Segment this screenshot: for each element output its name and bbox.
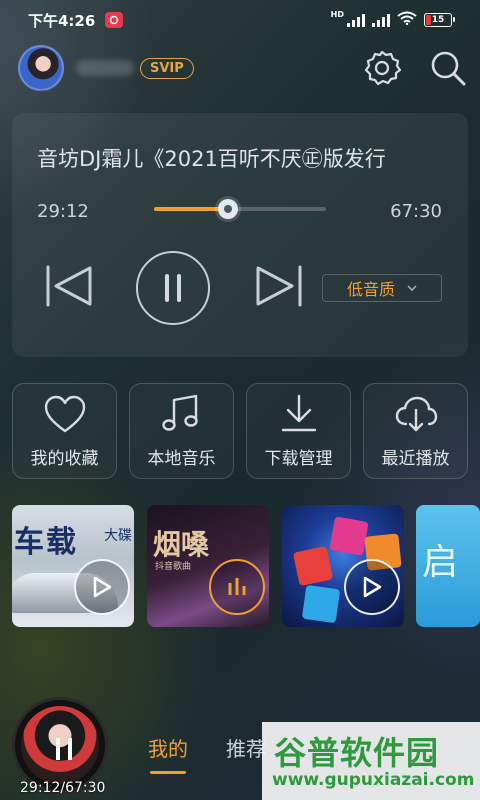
battery-level: 15	[431, 15, 445, 25]
cover-graphic	[329, 516, 369, 556]
mini-player-time: 29:12/67:30	[20, 780, 106, 796]
pause-icon[interactable]	[56, 738, 72, 760]
pause-icon	[165, 274, 181, 302]
quality-select[interactable]: 低音质	[322, 274, 442, 302]
local-music-label: 本地音乐	[147, 449, 216, 469]
playlist-title: 烟嗓	[153, 528, 210, 561]
signal-icon-2	[372, 13, 390, 27]
settings-icon[interactable]	[362, 48, 402, 88]
elapsed-time: 29:12	[37, 201, 89, 222]
cover-graphic	[301, 584, 341, 624]
chevron-down-icon	[407, 283, 417, 294]
cloud-icon	[395, 396, 437, 432]
watermark-url: www.gupuxiazai.com	[272, 770, 475, 790]
status-icons: HD 15	[330, 10, 455, 29]
quick-actions: 我的收藏 本地音乐 下载管理 最近播放	[12, 383, 468, 479]
playlist-card[interactable]: 车载 大碟	[12, 505, 134, 627]
cover-graphic	[292, 545, 334, 587]
favorites-button[interactable]: 我的收藏	[12, 383, 117, 479]
downloads-button[interactable]: 下载管理	[246, 383, 351, 479]
playlist-title: 车载	[14, 525, 78, 560]
bottom-tabs: 我的 推荐	[148, 733, 266, 774]
avatar[interactable]	[18, 45, 64, 91]
header: SVIP	[18, 44, 468, 92]
progress-slider[interactable]	[154, 199, 326, 219]
play-icon[interactable]	[344, 559, 400, 615]
playlist-card[interactable]: 烟嗓 抖音歌曲	[147, 505, 269, 627]
playlist-card[interactable]	[282, 505, 404, 627]
playlist-subtitle: 抖音歌曲	[155, 562, 192, 572]
hd-label: HD	[330, 10, 344, 19]
battery-icon: 15	[424, 13, 455, 27]
signal-icon-1	[347, 13, 365, 27]
mini-player-disc[interactable]	[12, 697, 108, 793]
search-icon[interactable]	[428, 48, 468, 88]
watermark-title: 谷普软件园	[274, 734, 440, 772]
playlist-carousel: 车载 大碟 烟嗓 抖音歌曲 启	[12, 505, 480, 627]
heart-icon	[44, 395, 85, 433]
local-music-button[interactable]: 本地音乐	[129, 383, 234, 479]
previous-icon[interactable]	[44, 263, 96, 313]
progress-fill	[154, 207, 229, 211]
app-notification-icon	[105, 12, 124, 28]
next-icon[interactable]	[252, 263, 304, 313]
recent-plays-label: 最近播放	[381, 449, 450, 469]
username-blurred[interactable]	[76, 60, 134, 76]
pause-button[interactable]	[136, 251, 210, 325]
music-note-icon	[161, 394, 198, 431]
recent-plays-button[interactable]: 最近播放	[363, 383, 468, 479]
song-title[interactable]: 音坊DJ霜儿《2021百听不厌㊣版发行	[37, 143, 443, 173]
player-card: 音坊DJ霜儿《2021百听不厌㊣版发行 29:12 67:30 低音质	[12, 113, 468, 357]
playlist-card[interactable]: 启	[416, 505, 480, 627]
playlist-title: 启	[422, 542, 459, 583]
equalizer-icon[interactable]	[209, 559, 265, 615]
quality-label: 低音质	[346, 280, 395, 299]
duration-time: 67:30	[390, 201, 442, 222]
tab-mine[interactable]: 我的	[148, 733, 188, 774]
progress-knob[interactable]	[218, 199, 239, 219]
download-icon	[281, 394, 316, 432]
tab-recommend[interactable]: 推荐	[226, 733, 266, 762]
status-time: 下午4:26	[28, 11, 96, 30]
status-bar: 下午4:26 HD 15	[0, 0, 480, 40]
watermark: 谷普软件园 www.gupuxiazai.com	[262, 722, 480, 800]
downloads-label: 下载管理	[264, 449, 333, 469]
playlist-subtitle: 大碟	[104, 528, 132, 544]
svip-badge[interactable]: SVIP	[140, 57, 194, 79]
wifi-icon	[397, 11, 417, 29]
play-icon[interactable]	[74, 559, 130, 615]
favorites-label: 我的收藏	[30, 449, 99, 469]
